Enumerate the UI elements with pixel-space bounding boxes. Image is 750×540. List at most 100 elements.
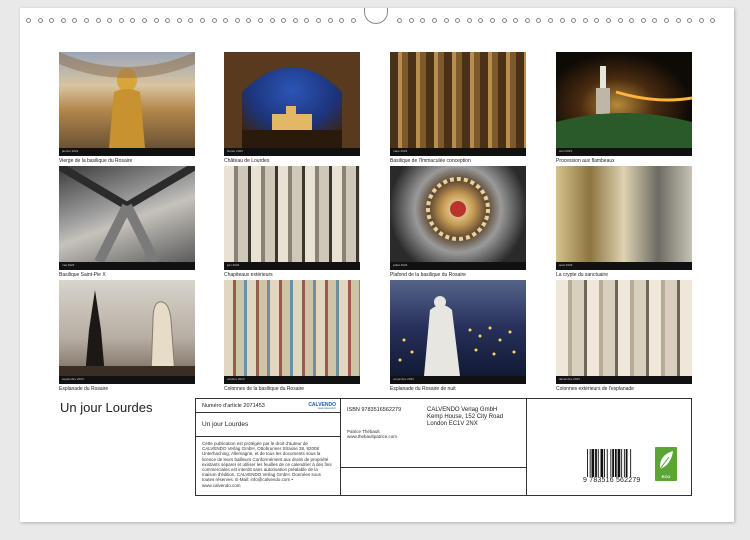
spiral-hole <box>350 18 356 23</box>
spiral-hole <box>269 18 275 23</box>
spiral-hole <box>571 18 577 23</box>
barcode-icon <box>587 449 632 477</box>
info-cell-barcode: 9 783516 562279 ECO <box>527 399 691 495</box>
article-number: Numéro d'article 2071453 <box>202 403 265 409</box>
month-caption: Procession aux flambeaux <box>556 158 615 164</box>
spire-and-statue <box>59 290 195 376</box>
spiral-hole <box>200 18 205 23</box>
month-thumb-4: avril 2023 Procession aux flambeaux <box>556 52 692 164</box>
spiral-hole <box>188 18 194 23</box>
spiral-hole <box>60 18 66 23</box>
spiral-hole <box>432 18 437 23</box>
spiral-hole <box>606 18 611 23</box>
month-photo <box>59 166 195 262</box>
spiral-hole <box>397 18 403 23</box>
spiral-hole <box>536 18 542 23</box>
spiral-hole <box>443 18 449 23</box>
eco-label-icon: ECO <box>655 447 677 481</box>
spiral-hole <box>84 18 89 23</box>
spiral-hole <box>687 18 693 23</box>
month-photo <box>390 166 526 262</box>
month-caption: Vierge de la basilique du Rosaire <box>59 158 133 164</box>
spiral-hole <box>698 18 704 23</box>
month-caption: Esplanade du Rosaire de nuit <box>390 386 456 392</box>
ceiling-rosette <box>426 177 490 241</box>
month-thumb-7: juillet 2023 Plafond de la basilique du … <box>390 166 526 278</box>
publisher-address: CALVENDO Verlag GmbH Kemp House, 152 Cit… <box>427 407 504 427</box>
spiral-hole <box>420 18 426 23</box>
basilica-beams <box>59 166 195 262</box>
month-caption: Chapiteaux extérieurs <box>224 272 273 278</box>
author-credit: Patrice Thébault www.thebaultpatrice.com <box>347 429 398 439</box>
spiral-hole <box>408 18 414 23</box>
spiral-hole <box>304 18 310 23</box>
month-photo <box>59 52 195 148</box>
month-photo <box>224 166 360 262</box>
legal-text: Cette publication est protégée par le dr… <box>202 441 332 488</box>
spiral-hole <box>211 18 217 23</box>
spiral-hole <box>455 18 461 23</box>
spiral-hole <box>292 18 298 23</box>
month-photo <box>556 280 692 376</box>
spiral-hole <box>524 18 530 23</box>
month-caption: Colonnes de la basilique du Rosaire <box>224 386 305 392</box>
spiral-hole <box>594 18 600 23</box>
spiral-hole <box>466 18 472 23</box>
spiral-hole <box>234 18 240 23</box>
spiral-hole <box>617 18 623 23</box>
spiral-hole <box>548 18 553 23</box>
info-title: Un jour Lourdes <box>202 421 249 428</box>
calvendo-logo-sub: www.calvendo.fr <box>317 407 336 410</box>
month-caption: La crypte du sanctuaire <box>556 272 608 278</box>
barcode-number: 9 783516 562279 <box>583 477 641 484</box>
spiral-hole <box>490 18 495 23</box>
spiral-hole <box>513 18 519 23</box>
info-cell-article: Numéro d'article 2071453 CALVENDO www.ca… <box>196 399 341 495</box>
procession-scene <box>556 66 692 148</box>
spiral-hole <box>478 18 484 23</box>
info-cell-publisher: ISBN 9783516562279 CALVENDO Verlag GmbH … <box>341 399 527 495</box>
spiral-hole <box>258 18 263 23</box>
spiral-hole <box>223 18 229 23</box>
spiral-hole <box>501 18 507 23</box>
month-photo <box>390 280 526 376</box>
isbn: ISBN 9783516562279 <box>347 407 402 413</box>
spiral-hole <box>26 18 31 23</box>
spiral-hole <box>176 18 182 23</box>
month-thumb-5: mai 2023 Basilique Saint-Pie X <box>59 166 195 278</box>
month-caption: Colonnes extérieurs de l'esplanade <box>556 386 634 392</box>
spiral-hole <box>107 18 113 23</box>
month-caption: Plafond de la basilique du Rosaire <box>390 272 466 278</box>
spiral-hole <box>118 18 124 23</box>
month-thumb-12: décembre 2023 Colonnes extérieurs de l'e… <box>556 280 692 392</box>
night-procession <box>398 296 516 376</box>
spiral-hole <box>582 18 588 23</box>
month-thumb-2: février 2023 Château de Lourdes <box>224 52 360 164</box>
month-thumb-3: mars 2023 Basilique de l'Immaculée conce… <box>390 52 526 164</box>
spiral-hole <box>675 18 681 23</box>
month-thumb-10: octobre 2023 Colonnes de la basilique du… <box>224 280 360 392</box>
spiral-hole <box>559 18 565 23</box>
spiral-hole <box>37 18 43 23</box>
calendar-title: Un jour Lourdes <box>60 400 153 415</box>
spiral-hole <box>640 18 646 23</box>
month-caption: Basilique de l'Immaculée conception <box>390 158 471 164</box>
month-photo <box>224 52 360 148</box>
month-thumb-8: août 2023 La crypte du sanctuaire <box>556 166 692 278</box>
spiral-hole <box>316 18 321 23</box>
month-caption: Château de Lourdes <box>224 158 270 164</box>
spiral-hole <box>95 18 101 23</box>
castle-arch <box>224 52 360 148</box>
spiral-hole <box>153 18 159 23</box>
statue-silhouette <box>59 52 195 148</box>
spiral-hole <box>652 18 658 23</box>
month-caption: Basilique Saint-Pie X <box>59 272 106 278</box>
spiral-hole <box>327 18 333 23</box>
spiral-hole <box>142 18 147 23</box>
spiral-hole <box>629 18 635 23</box>
month-thumb-11: novembre 2023 Esplanade du Rosaire de nu… <box>390 280 526 392</box>
month-photo <box>59 280 195 376</box>
month-thumb-1: janvier 2023 Vierge de la basilique du R… <box>59 52 195 164</box>
info-box: Numéro d'article 2071453 CALVENDO www.ca… <box>195 398 692 496</box>
month-photo <box>556 52 692 148</box>
